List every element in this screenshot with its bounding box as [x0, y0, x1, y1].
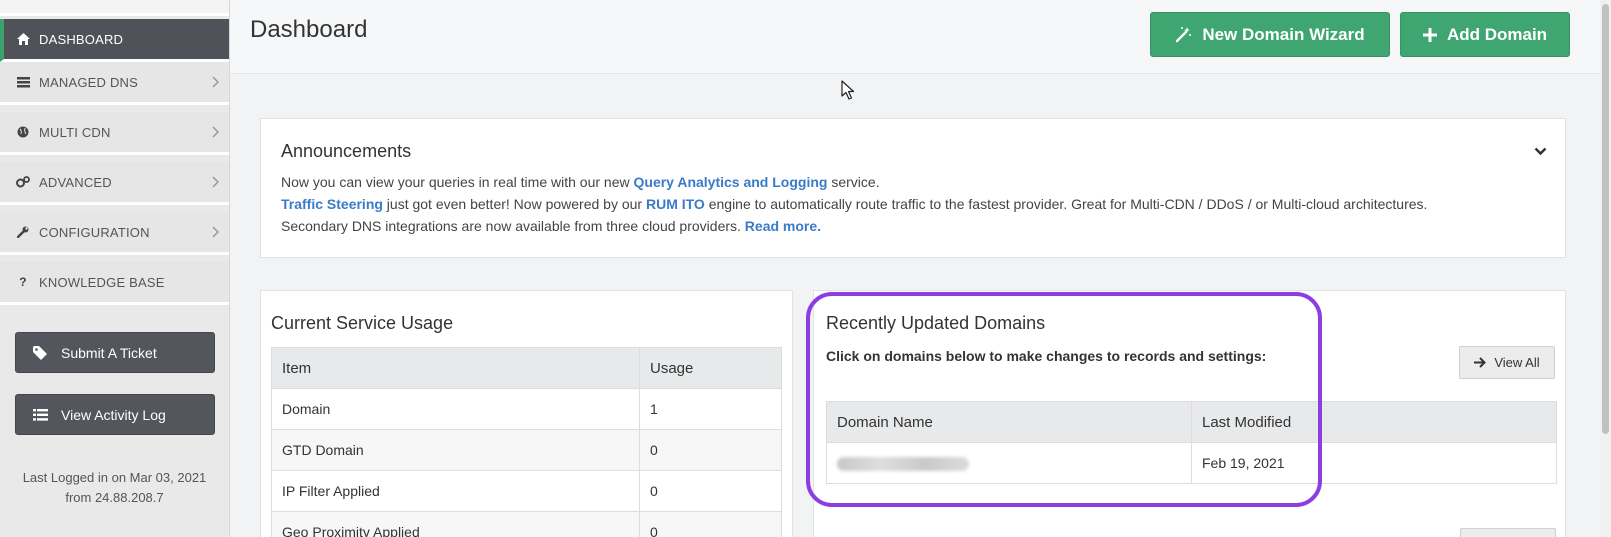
- table-header-row: Domain Name Last Modified: [826, 401, 1557, 443]
- announcement-text: engine to automatically route traffic to…: [704, 196, 1428, 212]
- chevron-down-icon[interactable]: [1534, 143, 1547, 161]
- chevron-right-icon: [212, 176, 220, 191]
- wrench-icon: [16, 226, 30, 238]
- add-domain-button[interactable]: Add Domain: [1400, 12, 1570, 57]
- list-icon: [31, 408, 49, 421]
- submit-ticket-label: Submit A Ticket: [61, 344, 157, 361]
- tag-icon: [31, 345, 49, 360]
- table-row: Geo Proximity Applied 0: [271, 511, 782, 537]
- last-login-ip: from 24.88.208.7: [65, 490, 164, 505]
- announcements-panel: Announcements Now you can view your quer…: [260, 118, 1566, 258]
- new-domain-wizard-label: New Domain Wizard: [1202, 24, 1365, 44]
- arrow-right-icon: [1474, 357, 1487, 368]
- sidebar-item-label: KNOWLEDGE BASE: [39, 274, 165, 290]
- column-header-domain-name: Domain Name: [826, 401, 1192, 443]
- sidebar-item-managed-dns[interactable]: MANAGED DNS: [0, 62, 229, 105]
- read-more-link[interactable]: Read more.: [745, 218, 821, 234]
- sidebar-top-strip: [0, 0, 229, 16]
- usage-item-cell: Geo Proximity Applied: [271, 511, 640, 537]
- sidebar-item-label: DASHBOARD: [39, 31, 124, 47]
- announcement-text: Now you can view your queries in real ti…: [281, 174, 634, 190]
- usage-value-cell: 0: [639, 511, 782, 537]
- page-scrollbar[interactable]: [1600, 0, 1611, 537]
- service-usage-panel: Current Service Usage Item Usage Domain …: [260, 290, 793, 537]
- recent-domains-title: Recently Updated Domains: [826, 313, 1046, 333]
- second-view-all-button[interactable]: [1460, 528, 1556, 537]
- new-domain-wizard-button[interactable]: New Domain Wizard: [1150, 12, 1390, 57]
- gears-icon: [16, 176, 30, 188]
- mouse-cursor-icon: [841, 80, 855, 105]
- chevron-right-icon: [212, 76, 220, 91]
- table-row: GTD Domain 0: [271, 429, 782, 471]
- view-activity-log-label: View Activity Log: [61, 406, 166, 423]
- service-usage-title: Current Service Usage: [271, 313, 454, 333]
- magic-wand-icon: [1175, 26, 1192, 43]
- chevron-right-icon: [212, 226, 220, 241]
- usage-value-cell: 0: [639, 470, 782, 512]
- view-all-label: View All: [1494, 355, 1540, 370]
- service-usage-table: Item Usage Domain 1 GTD Domain 0 IP Filt…: [271, 347, 782, 537]
- usage-item-cell: IP Filter Applied: [271, 470, 640, 512]
- usage-item-cell: GTD Domain: [271, 429, 640, 471]
- globe-icon: [16, 126, 30, 138]
- page-title: Dashboard: [250, 16, 368, 43]
- sidebar-item-label: ADVANCED: [39, 174, 112, 190]
- announcement-line-1: Now you can view your queries in real ti…: [281, 174, 880, 190]
- submit-ticket-button[interactable]: Submit A Ticket: [15, 332, 215, 373]
- usage-value-cell: 1: [639, 388, 782, 430]
- view-all-button[interactable]: View All: [1459, 346, 1555, 379]
- table-row[interactable]: Feb 19, 2021: [826, 442, 1557, 484]
- traffic-steering-link[interactable]: Traffic Steering: [281, 196, 383, 212]
- sidebar-item-configuration[interactable]: CONFIGURATION: [0, 212, 229, 255]
- rum-ito-link[interactable]: RUM ITO: [646, 196, 705, 212]
- chevron-right-icon: [212, 126, 220, 141]
- recent-domains-table: Domain Name Last Modified Feb 19, 2021: [826, 401, 1557, 484]
- announcement-line-3: Secondary DNS integrations are now avail…: [281, 218, 821, 234]
- query-analytics-link[interactable]: Query Analytics and Logging: [634, 174, 828, 190]
- recent-domains-subtitle: Click on domains below to make changes t…: [826, 348, 1267, 364]
- usage-item-cell: Domain: [271, 388, 640, 430]
- column-header-item: Item: [271, 347, 640, 389]
- blurred-domain-name: [837, 457, 969, 472]
- announcement-text: just got even better! Now powered by our: [382, 196, 646, 212]
- sidebar-item-label: MANAGED DNS: [39, 74, 138, 90]
- last-login-info: Last Logged in on Mar 03, 2021 from 24.8…: [0, 468, 229, 508]
- domain-name-cell[interactable]: [826, 442, 1192, 484]
- question-icon: ?: [19, 275, 27, 289]
- sidebar-item-label: MULTI CDN: [39, 124, 111, 140]
- announcement-line-2: Traffic Steering just got even better! N…: [281, 196, 1427, 212]
- announcements-title: Announcements: [281, 141, 412, 161]
- announcement-text: service.: [827, 174, 880, 190]
- sidebar-item-knowledge-base[interactable]: ? KNOWLEDGE BASE: [0, 262, 229, 305]
- sidebar-item-label: CONFIGURATION: [39, 224, 150, 240]
- add-domain-label: Add Domain: [1446, 24, 1548, 44]
- table-header-row: Item Usage: [271, 347, 782, 389]
- announcement-text: Secondary DNS integrations are now avail…: [281, 218, 745, 234]
- page-header: Dashboard New Domain Wizard Add Domain: [230, 0, 1600, 74]
- usage-value-cell: 0: [639, 429, 782, 471]
- view-activity-log-button[interactable]: View Activity Log: [15, 394, 215, 435]
- list-icon: [16, 76, 30, 88]
- recent-domains-panel: Recently Updated Domains Click on domain…: [813, 290, 1566, 537]
- sidebar-item-dashboard[interactable]: DASHBOARD: [0, 19, 229, 62]
- sidebar-item-advanced[interactable]: ADVANCED: [0, 162, 229, 205]
- last-modified-cell: Feb 19, 2021: [1191, 442, 1557, 484]
- last-login-date: Last Logged in on Mar 03, 2021: [22, 470, 207, 485]
- column-header-usage: Usage: [639, 347, 782, 389]
- sidebar: DASHBOARD MANAGED DNS MULTI CDN ADVANCED: [0, 0, 230, 537]
- home-icon: [16, 33, 30, 45]
- table-row: Domain 1: [271, 388, 782, 430]
- scrollbar-thumb[interactable]: [1602, 4, 1609, 434]
- plus-icon: [1422, 27, 1437, 42]
- table-row: IP Filter Applied 0: [271, 470, 782, 512]
- sidebar-item-multi-cdn[interactable]: MULTI CDN: [0, 112, 229, 155]
- column-header-last-modified: Last Modified: [1191, 401, 1557, 443]
